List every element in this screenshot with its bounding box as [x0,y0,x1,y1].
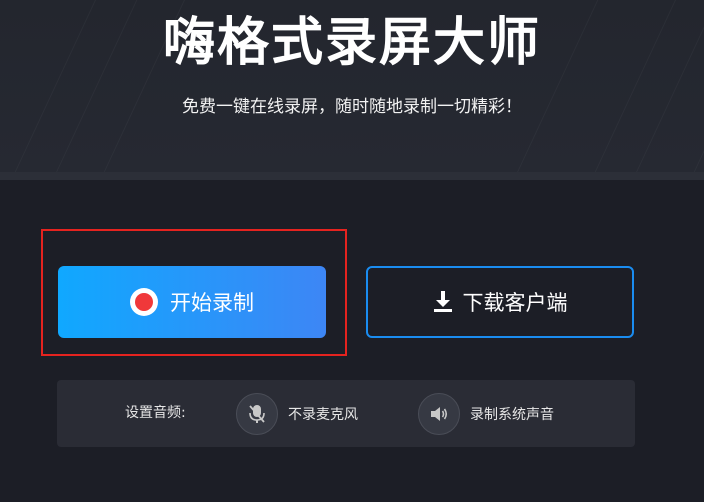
system-audio-option-label: 录制系统声音 [470,407,554,423]
record-icon [130,288,158,316]
microphone-off-icon [236,393,278,435]
system-audio-toggle[interactable]: 录制系统声音 [418,393,554,435]
hero-divider [0,172,704,180]
page-subtitle: 免费一键在线录屏，随时随地录制一切精彩！ [182,97,522,117]
microphone-toggle[interactable]: 不录麦克风 [236,393,358,435]
download-client-label: 下载客户端 [462,291,568,315]
start-recording-label: 开始录制 [170,291,254,315]
download-client-button[interactable]: 下载客户端 [366,266,634,338]
start-recording-button[interactable]: 开始录制 [58,266,326,338]
audio-settings-label: 设置音频: [125,405,186,421]
page-title: 嗨格式录屏大师 [162,13,541,73]
microphone-option-label: 不录麦克风 [288,407,358,423]
hero-banner: 嗨格式录屏大师 免费一键在线录屏，随时随地录制一切精彩！ [0,0,704,172]
speaker-icon [418,393,460,435]
download-icon [433,291,452,312]
audio-settings-bar: 设置音频: 不录麦克风 录制系统声音 [57,380,635,447]
